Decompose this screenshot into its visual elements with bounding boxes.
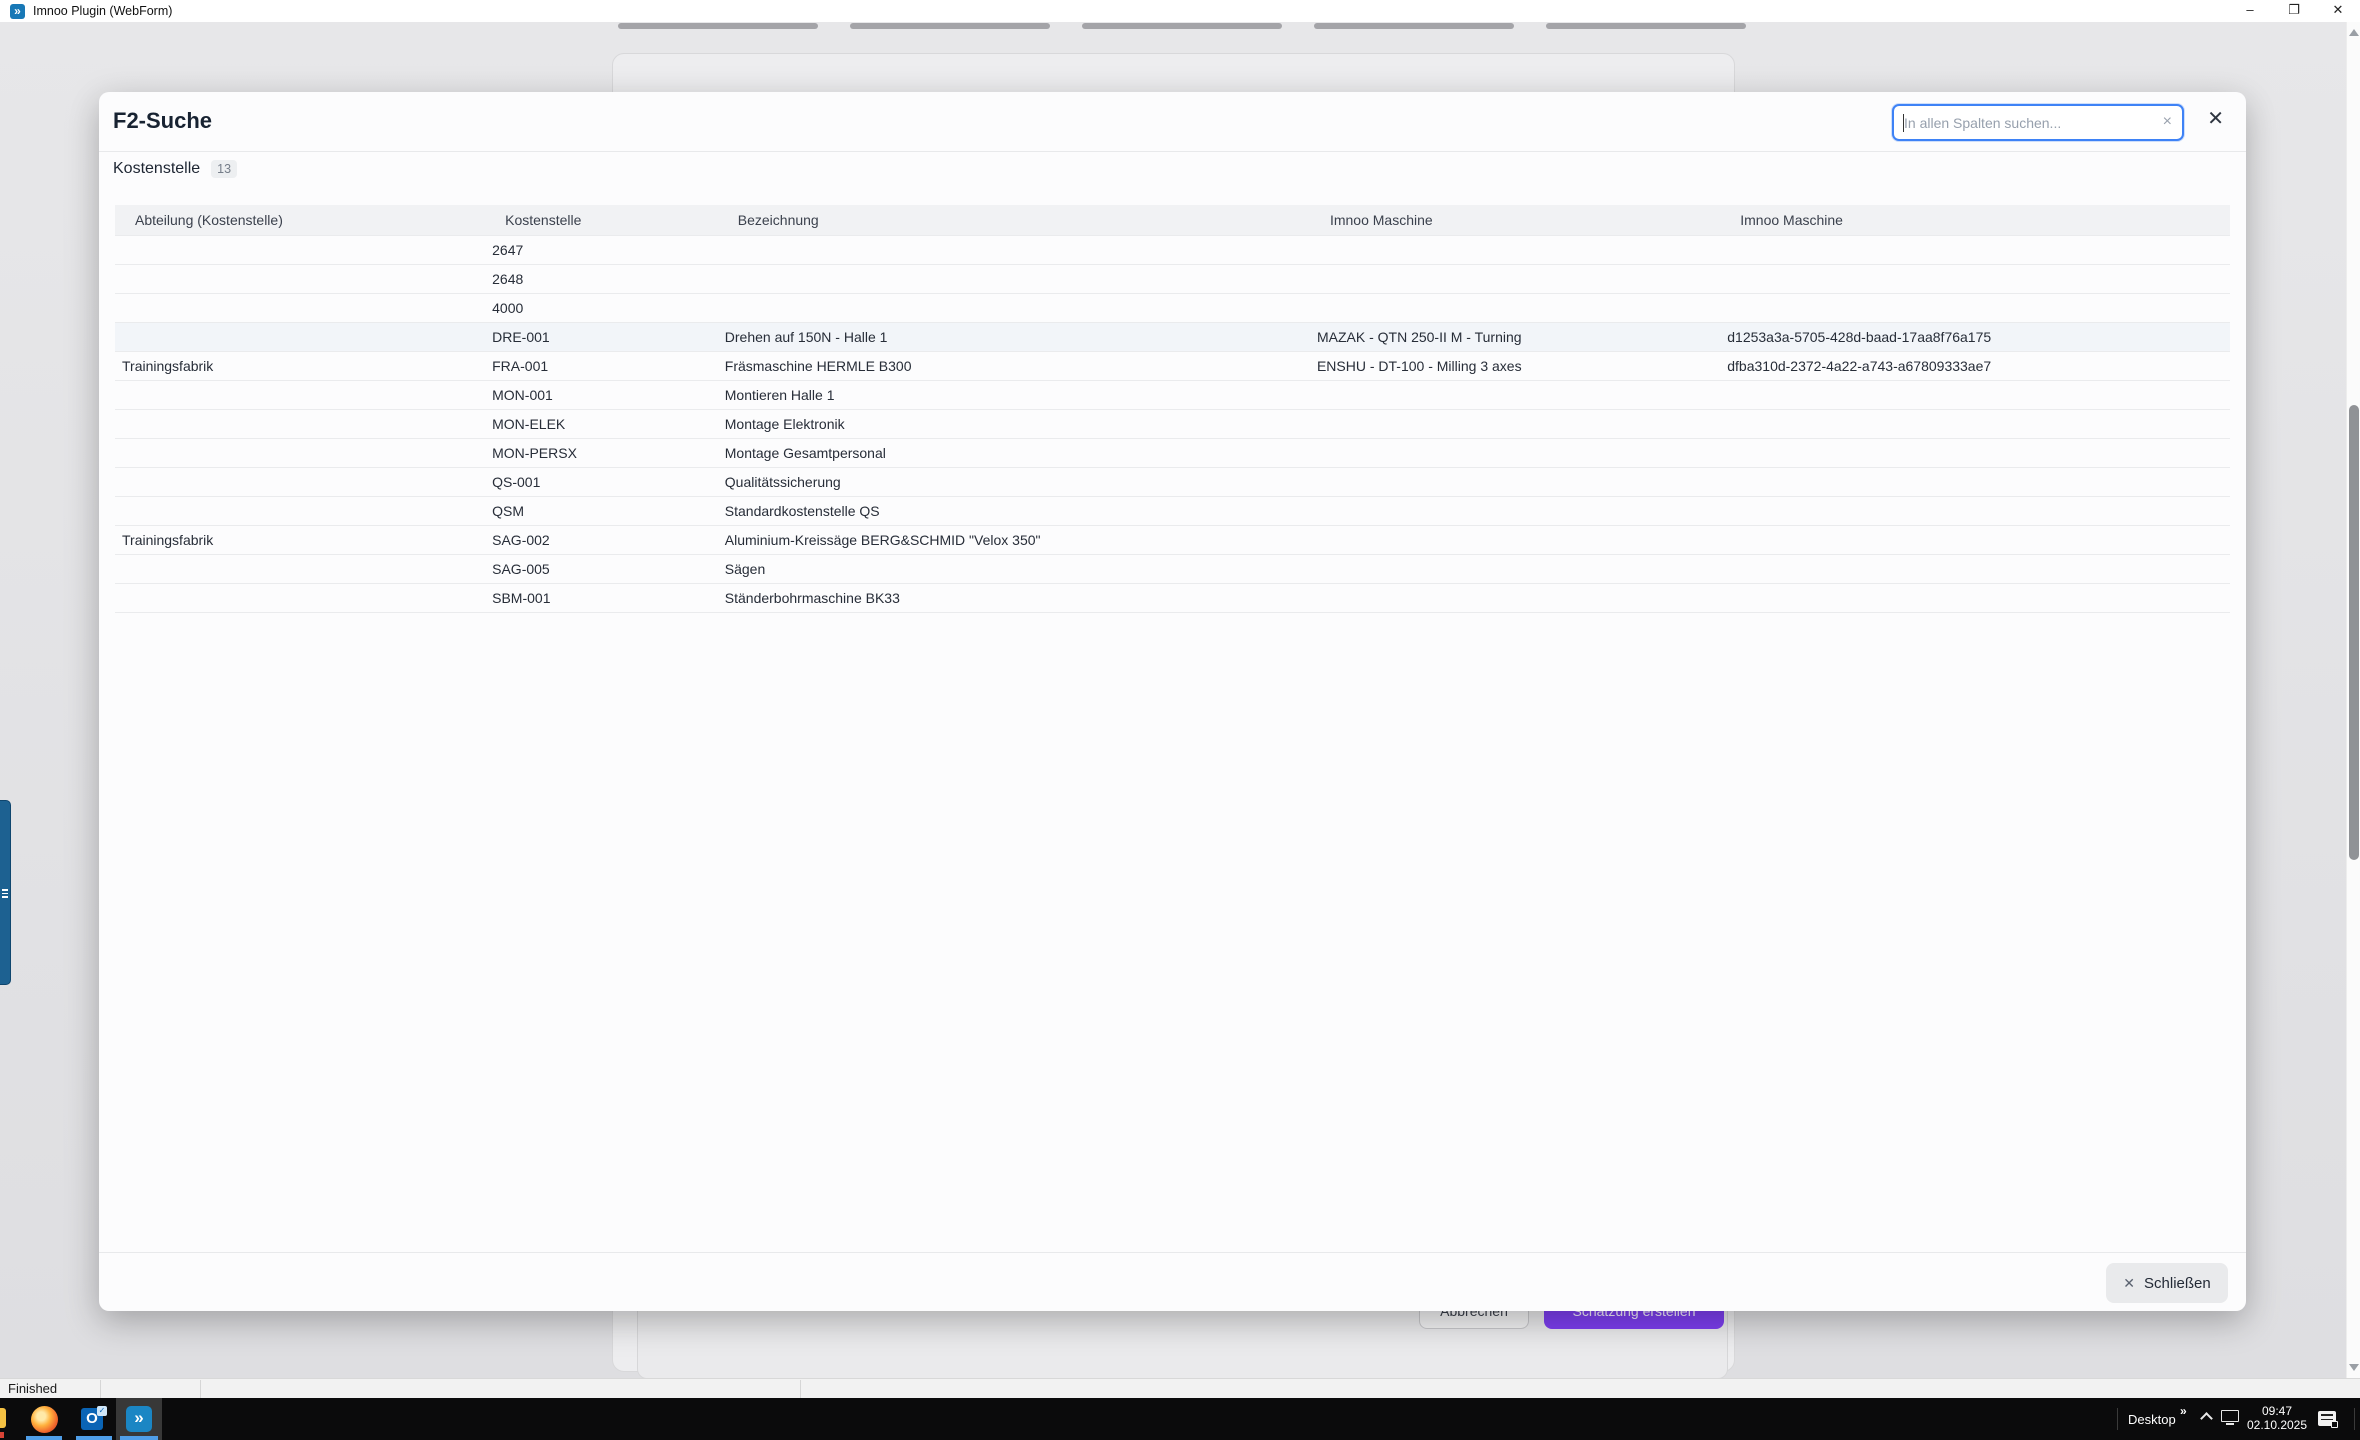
toolbar-overflow-icon[interactable]: » <box>2180 1404 2187 1418</box>
table-row[interactable]: Trainingsfabrik FRA-001 Fräsmaschine HER… <box>115 351 2230 380</box>
imnoo-icon: » <box>126 1406 152 1432</box>
table-row[interactable]: DRE-001 Drehen auf 150N - Halle 1 MAZAK … <box>115 322 2230 351</box>
side-panel-handle[interactable] <box>0 800 11 985</box>
close-dialog-button[interactable]: ✕ Schließen <box>2106 1263 2228 1303</box>
clear-search-icon[interactable]: × <box>2163 113 2172 131</box>
window-title: Imnoo Plugin (WebForm) <box>33 4 172 18</box>
col-header-imnoo-maschine-2[interactable]: Imnoo Maschine <box>1720 205 2230 235</box>
close-window-button[interactable]: ✕ <box>2316 0 2360 22</box>
col-header-bezeichnung[interactable]: Bezeichnung <box>718 205 1310 235</box>
taskbar-clock[interactable]: 09:47 02.10.2025 <box>2246 1404 2308 1432</box>
desktop-toolbar[interactable]: Desktop <box>2128 1412 2176 1427</box>
taskbar-firefox-button[interactable] <box>22 1398 66 1440</box>
screen: » Imnoo Plugin (WebForm) – ❐ ✕ Artikelde… <box>0 0 2360 1440</box>
scroll-down-icon[interactable] <box>2349 1364 2359 1371</box>
window-titlebar: » Imnoo Plugin (WebForm) – ❐ ✕ <box>0 0 2360 22</box>
section-label: Kostenstelle <box>113 160 200 178</box>
taskbar-imnoo-button[interactable]: » <box>116 1398 162 1440</box>
table-row[interactable]: QSM Standardkostenstelle QS <box>115 496 2230 525</box>
minimize-button[interactable]: – <box>2228 0 2272 22</box>
taskbar-outlook-button[interactable]: O ✓ <box>72 1398 116 1440</box>
table-row[interactable]: MON-PERSX Montage Gesamtpersonal <box>115 438 2230 467</box>
scroll-up-icon[interactable] <box>2349 29 2359 36</box>
table-row[interactable]: MON-001 Montieren Halle 1 <box>115 380 2230 409</box>
col-header-abteilung[interactable]: Abteilung (Kostenstelle) <box>115 205 485 235</box>
search-box: × <box>1892 104 2184 141</box>
row-count-badge: 13 <box>211 160 237 178</box>
pinned-app-edge-icon[interactable] <box>0 1408 6 1428</box>
results-table: Abteilung (Kostenstelle) Kostenstelle Be… <box>115 205 2230 613</box>
search-input[interactable] <box>1904 106 2144 139</box>
table-row[interactable]: MON-ELEK Montage Elektronik <box>115 409 2230 438</box>
table-row[interactable]: 4000 <box>115 293 2230 322</box>
imnoo-app-icon: » <box>10 4 25 19</box>
stepper-bar <box>1314 23 1514 29</box>
table-header-row: Abteilung (Kostenstelle) Kostenstelle Be… <box>115 205 2230 235</box>
pinned-app-edge-icon[interactable] <box>0 1432 4 1438</box>
scrollbar-thumb[interactable] <box>2349 405 2359 860</box>
table-row[interactable]: 2648 <box>115 264 2230 293</box>
taskbar: O ✓ » Desktop » 09:47 02.10.2025 <box>0 1398 2360 1440</box>
col-header-imnoo-maschine-1[interactable]: Imnoo Maschine <box>1310 205 1720 235</box>
stepper-bar <box>850 23 1050 29</box>
stepper-bar <box>618 23 818 29</box>
firefox-icon <box>31 1406 58 1433</box>
close-icon: ✕ <box>2123 1275 2135 1292</box>
dialog-header: F2-Suche × ✕ <box>99 92 2246 152</box>
f2-search-dialog: F2-Suche × ✕ Kostenstelle 13 Abteilung (… <box>99 92 2246 1311</box>
table-row[interactable]: QS-001 Qualitätssicherung <box>115 467 2230 496</box>
dialog-close-icon[interactable]: ✕ <box>2207 106 2224 131</box>
table-row[interactable]: SBM-001 Ständerbohrmaschine BK33 <box>115 583 2230 612</box>
col-header-kostenstelle[interactable]: Kostenstelle <box>485 205 718 235</box>
status-text: Finished <box>8 1381 57 1396</box>
dialog-footer: ✕ Schließen <box>99 1252 2246 1311</box>
stepper-bar <box>1082 23 1282 29</box>
table-row[interactable]: Trainingsfabrik SAG-002 Aluminium-Kreiss… <box>115 525 2230 554</box>
status-bar: Finished <box>0 1378 2360 1398</box>
table-row[interactable]: 2647 <box>115 235 2230 264</box>
dialog-title: F2-Suche <box>113 108 212 134</box>
window-scrollbar[interactable] <box>2346 22 2360 1378</box>
action-center-icon[interactable] <box>2318 1411 2336 1426</box>
stepper-bar <box>1546 23 1746 29</box>
tray-expand-icon[interactable] <box>2200 1412 2213 1425</box>
table-row[interactable]: SAG-005 Sägen <box>115 554 2230 583</box>
outlook-icon: O ✓ <box>81 1406 107 1432</box>
restore-button[interactable]: ❐ <box>2272 0 2316 22</box>
network-icon[interactable] <box>2221 1410 2239 1422</box>
hamburger-icon <box>2 887 8 900</box>
